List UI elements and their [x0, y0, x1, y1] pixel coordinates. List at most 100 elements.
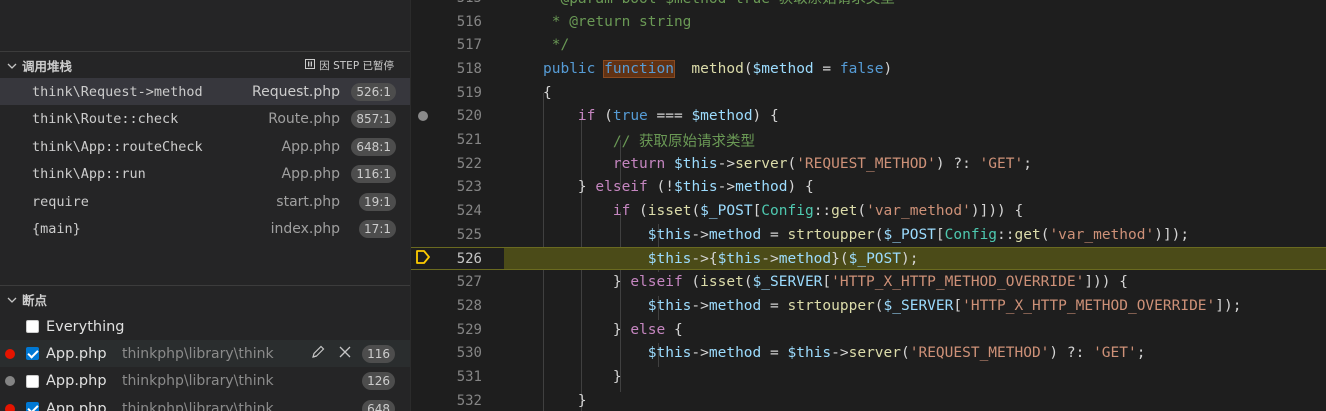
code-line[interactable]: 521 // 获取原始请求类型	[411, 128, 1326, 152]
code-line[interactable]: 527 } elseif (isset($_SERVER['HTTP_X_HTT…	[411, 270, 1326, 294]
code-line[interactable]: 525 $this->method = strtoupper($_POST[Co…	[411, 223, 1326, 247]
frame-file: index.php	[270, 221, 340, 237]
code-token: ->	[717, 155, 736, 172]
callstack-frame[interactable]: think\Route::check Route.php 857:1	[0, 106, 410, 133]
gutter[interactable]: 515	[411, 0, 504, 10]
gutter[interactable]: 530	[411, 342, 504, 366]
code-text: }	[543, 393, 587, 409]
callstack-header[interactable]: 调用堆栈 因 STEP 已暂停	[0, 51, 410, 79]
code-line[interactable]: 524 if (isset($_POST[Config::get('var_me…	[411, 199, 1326, 223]
breakpoint-line-badge: 126	[362, 372, 395, 390]
breakpoint-everything[interactable]: Everything	[0, 313, 410, 340]
breakpoint-dot-icon	[5, 348, 15, 359]
code-token: 'REQUEST_METHOD'	[909, 345, 1050, 362]
line-number: 532	[456, 392, 482, 409]
code-token: $this	[647, 226, 692, 243]
gutter[interactable]: 524	[411, 199, 504, 223]
code-token: [	[935, 226, 945, 243]
breakpoint-item[interactable]: App.php thinkphp\library\think 116	[0, 340, 410, 367]
edit-icon[interactable]	[310, 344, 326, 364]
code-text: {	[543, 85, 552, 101]
current-line[interactable]: 526 $this->{$this->method}($_POST);	[411, 246, 1326, 271]
callstack-frame[interactable]: think\App::routeCheck App.php 648:1	[0, 133, 410, 160]
code-line[interactable]: 522 return $this->server('REQUEST_METHOD…	[411, 152, 1326, 176]
code-line[interactable]: 530 $this->method = $this->server('REQUE…	[411, 342, 1326, 366]
callstack-frame[interactable]: {main} index.php 17:1	[0, 216, 410, 243]
code-text: * @return string	[543, 14, 692, 30]
code-line[interactable]: 518 public function method($method = fals…	[411, 57, 1326, 81]
frame-function: think\App::run	[32, 166, 146, 182]
code-text: }	[543, 369, 622, 385]
code-line[interactable]: 516 * @return string	[411, 10, 1326, 34]
gutter[interactable]: 521	[411, 128, 504, 152]
gutter[interactable]: 525	[411, 223, 504, 247]
code-text: if (true === $method) {	[543, 108, 779, 124]
gutter[interactable]: 532	[411, 389, 504, 411]
code-token: );	[901, 250, 919, 267]
code-line[interactable]: 531 }	[411, 365, 1326, 389]
close-icon[interactable]	[338, 344, 352, 364]
gutter[interactable]: 528	[411, 294, 504, 318]
code-line[interactable]: 520 if (true === $method) {	[411, 105, 1326, 129]
code-text: $this->method = strtoupper($_POST[Config…	[543, 227, 1189, 243]
code-token: }(	[831, 250, 849, 267]
gutter[interactable]: 522	[411, 152, 504, 176]
frame-function: think\App::routeCheck	[32, 138, 203, 155]
code-token: method	[708, 226, 762, 243]
breakpoints-title: 断点	[22, 293, 48, 308]
code-token: get	[1014, 226, 1041, 243]
gutter[interactable]: 517	[411, 33, 504, 57]
code-token: 'HTTP_X_HTTP_METHOD_OVERRIDE'	[962, 297, 1216, 314]
code-token: (!	[647, 179, 674, 196]
breakpoint-checkbox[interactable]	[26, 402, 39, 411]
code-token: isset	[647, 203, 692, 220]
gutter[interactable]: 519	[411, 81, 504, 105]
code-line[interactable]: 519 {	[411, 81, 1326, 105]
callstack-frame[interactable]: think\App::run App.php 116:1	[0, 161, 410, 188]
gutter[interactable]: 526	[411, 247, 504, 270]
code-line[interactable]: 515 @param bool $method true 获取原始请求类型	[411, 0, 1326, 10]
gutter[interactable]: 529	[411, 318, 504, 342]
code-token: [	[752, 203, 762, 220]
code-token: $this	[673, 179, 718, 196]
breakpoint-dot-icon[interactable]	[418, 111, 428, 122]
code-token: // 获取原始请求类型	[612, 133, 756, 150]
code-line[interactable]: 517 */	[411, 33, 1326, 57]
breakpoint-path: thinkphp\library\think	[122, 345, 274, 362]
line-number: 520	[456, 108, 482, 125]
breakpoint-checkbox[interactable]	[26, 347, 39, 360]
callstack-frame[interactable]: think\Request->method Request.php 526:1	[0, 78, 410, 105]
code-token: @param bool $method true 获取原始请求类型	[543, 0, 894, 7]
breakpoint-checkbox[interactable]	[26, 374, 39, 388]
line-number: 530	[456, 345, 482, 362]
gutter[interactable]: 518	[411, 57, 504, 81]
gutter[interactable]: 516	[411, 10, 504, 34]
code-token: true	[612, 108, 648, 125]
chevron-down-icon[interactable]	[4, 295, 20, 305]
breakpoint-item[interactable]: App.php thinkphp\library\think 648	[0, 395, 410, 411]
code-line[interactable]: 523 } elseif (!$this->method) {	[411, 176, 1326, 200]
gutter[interactable]: 523	[411, 176, 504, 200]
code-token: $method	[752, 60, 814, 77]
code-token: ->	[717, 179, 736, 196]
code-token: }	[543, 392, 587, 409]
gutter[interactable]: 531	[411, 365, 504, 389]
code-editor[interactable]: 515 @param bool $method true 获取原始请求类型516…	[411, 0, 1326, 411]
breakpoint-item[interactable]: App.php thinkphp\library\think 126	[0, 368, 410, 395]
gutter[interactable]: 520	[411, 105, 504, 129]
everything-checkbox[interactable]	[26, 320, 39, 333]
frame-file: App.php	[281, 138, 340, 155]
callstack-frame[interactable]: require start.php 19:1	[0, 188, 410, 215]
gutter[interactable]: 527	[411, 270, 504, 294]
code-text: return $this->server('REQUEST_METHOD') ?…	[543, 156, 1032, 172]
code-line[interactable]: 528 $this->method = strtoupper($_SERVER[…	[411, 294, 1326, 318]
frame-position-badge: 17:1	[359, 220, 396, 238]
breakpoint-path: thinkphp\library\think	[122, 373, 274, 389]
code-line[interactable]: 529 } else {	[411, 318, 1326, 342]
breakpoints-header[interactable]: 断点	[0, 285, 410, 313]
code-line[interactable]: 532 }	[411, 389, 1326, 411]
code-token: (	[743, 274, 753, 291]
code-token: ]);	[1215, 297, 1242, 314]
code-token: elseif	[595, 179, 648, 196]
chevron-down-icon[interactable]	[4, 61, 20, 71]
